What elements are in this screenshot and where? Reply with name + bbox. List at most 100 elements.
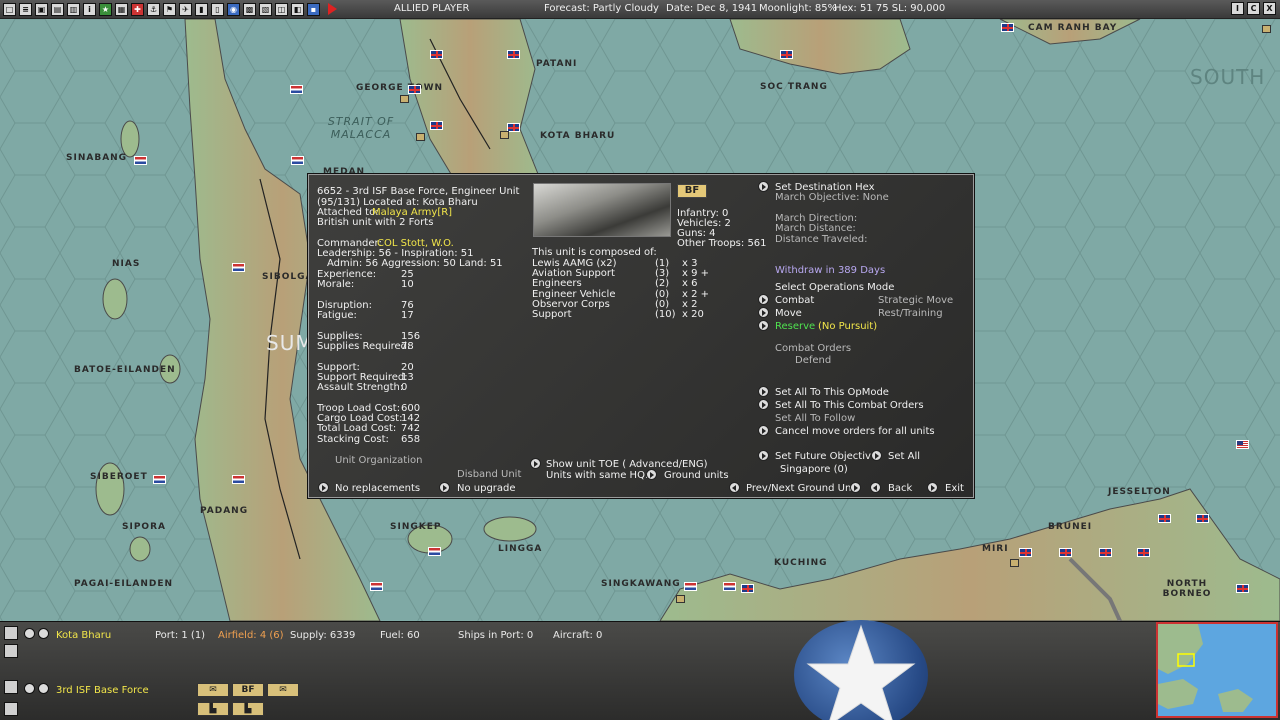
anchor-icon[interactable] [4, 626, 18, 640]
british-flag-icon[interactable] [1137, 548, 1150, 557]
dutch-flag-icon[interactable] [232, 263, 245, 272]
toolbar-button-1[interactable]: □ [3, 2, 16, 16]
fort-counter-icon[interactable]: ▙ [232, 702, 264, 716]
set-all-opmode-button[interactable]: Set All To This OpMode [775, 387, 889, 398]
toolbar-button-20[interactable]: ▪ [307, 2, 320, 16]
minimap[interactable] [1156, 622, 1278, 718]
upgrade-toggle[interactable]: No upgrade [457, 483, 516, 494]
set-all-combat-arrow-icon[interactable] [758, 399, 769, 410]
ops-strategic-move-button[interactable]: Strategic Move [878, 295, 953, 306]
dutch-flag-icon[interactable] [153, 475, 166, 484]
british-flag-icon[interactable] [1001, 23, 1014, 32]
british-flag-icon[interactable] [430, 121, 443, 130]
ops-reserve-button[interactable]: Reserve [775, 321, 815, 332]
toolbar-button-18[interactable]: ◫ [275, 2, 288, 16]
plane-icon[interactable] [4, 644, 18, 658]
config-button[interactable]: C [1247, 2, 1260, 15]
british-flag-icon[interactable] [408, 85, 421, 94]
crosshair-icon[interactable]: ✚ [131, 2, 144, 16]
toolbar-button-14[interactable]: ▯ [211, 2, 224, 16]
prev-unit-icon[interactable] [24, 683, 35, 694]
cancel-move-arrow-icon[interactable] [758, 425, 769, 436]
engineer-counter-icon[interactable]: ✉ [197, 683, 229, 697]
toolbar-button-3[interactable]: ▣ [35, 2, 48, 16]
close-game-button[interactable]: X [1263, 2, 1276, 15]
destination-arrow-icon[interactable] [758, 181, 769, 192]
prev-next-ground-unit-button[interactable]: Prev/Next Ground Unit [746, 483, 858, 494]
us-flag-icon[interactable] [1236, 440, 1249, 449]
british-flag-icon[interactable] [741, 584, 754, 593]
back-button[interactable]: Back [888, 483, 912, 494]
toolbar-button-8[interactable]: ▦ [115, 2, 128, 16]
composition-item[interactable]: Engineers [532, 278, 582, 289]
next-location-icon[interactable] [38, 628, 49, 639]
dutch-flag-icon[interactable] [134, 156, 147, 165]
british-flag-icon[interactable] [1236, 584, 1249, 593]
toolbar-button-16[interactable]: ▩ [243, 2, 256, 16]
upgrade-arrow-icon[interactable] [439, 482, 450, 493]
ops-combat-button[interactable]: Combat [775, 295, 814, 306]
info-icon[interactable] [4, 702, 18, 716]
toolbar-button-2[interactable]: ≡ [19, 2, 32, 16]
dutch-flag-icon[interactable] [232, 475, 245, 484]
composition-item[interactable]: Support [532, 309, 572, 320]
move-mode-arrow-icon[interactable] [758, 307, 769, 318]
british-flag-icon[interactable] [1099, 548, 1112, 557]
set-all-combat-orders-button[interactable]: Set All To This Combat Orders [775, 400, 924, 411]
show-toe-arrow-icon[interactable] [530, 458, 541, 469]
toolbar-button-6[interactable]: i [83, 2, 96, 16]
future-objective-arrow-icon[interactable] [758, 450, 769, 461]
toolbar-button-19[interactable]: ◧ [291, 2, 304, 16]
british-flag-icon[interactable] [1196, 514, 1209, 523]
unit-counter[interactable] [416, 133, 425, 141]
toolbar-button-4[interactable]: ▤ [51, 2, 64, 16]
flag-icon[interactable]: ⚑ [163, 2, 176, 16]
exit-button[interactable]: Exit [945, 483, 964, 494]
plane-icon[interactable]: ✈ [179, 2, 192, 16]
set-all-objective-button[interactable]: Set All [888, 451, 920, 462]
british-flag-icon[interactable] [1019, 548, 1032, 557]
unit-counter[interactable] [500, 131, 509, 139]
british-flag-icon[interactable] [1059, 548, 1072, 557]
info-button[interactable]: I [1231, 2, 1244, 15]
british-flag-icon[interactable] [430, 50, 443, 59]
ground-unit-icon[interactable] [4, 680, 18, 694]
reserve-mode-arrow-icon[interactable] [758, 320, 769, 331]
disband-unit-button[interactable]: Disband Unit [457, 469, 521, 480]
globe-icon[interactable]: ◉ [227, 2, 240, 16]
dutch-flag-icon[interactable] [723, 582, 736, 591]
toolbar-button-13[interactable]: ▮ [195, 2, 208, 16]
combat-mode-arrow-icon[interactable] [758, 294, 769, 305]
star-icon[interactable]: ★ [99, 2, 112, 16]
location-name[interactable]: Kota Bharu [56, 630, 111, 641]
ground-units-link[interactable]: Ground units [664, 470, 729, 481]
unit-counter[interactable] [676, 595, 685, 603]
british-flag-icon[interactable] [1158, 514, 1171, 523]
dutch-flag-icon[interactable] [428, 547, 441, 556]
toolbar-button-5[interactable]: ▥ [67, 2, 80, 16]
engineer-counter-icon[interactable]: ✉ [267, 683, 299, 697]
set-all-opmode-arrow-icon[interactable] [758, 386, 769, 397]
selected-unit-name[interactable]: 3rd ISF Base Force [56, 685, 149, 696]
toolbar-button-17[interactable]: ▧ [259, 2, 272, 16]
dutch-flag-icon[interactable] [290, 85, 303, 94]
base-force-counter[interactable]: BF [232, 683, 264, 697]
fort-counter-icon[interactable]: ▙ [197, 702, 229, 716]
back-arrow-icon[interactable] [870, 482, 881, 493]
prev-location-icon[interactable] [24, 628, 35, 639]
replacements-toggle[interactable]: No replacements [335, 483, 420, 494]
dutch-flag-icon[interactable] [370, 582, 383, 591]
end-turn-play-icon[interactable] [328, 3, 337, 15]
cancel-move-orders-button[interactable]: Cancel move orders for all units [775, 426, 935, 437]
unit-counter[interactable] [1010, 559, 1019, 567]
set-future-objective-button[interactable]: Set Future Objective [775, 451, 877, 462]
prev-unit-arrow-icon[interactable] [729, 482, 740, 493]
ship-icon[interactable]: ⚓ [147, 2, 160, 16]
replacements-arrow-icon[interactable] [318, 482, 329, 493]
ops-move-button[interactable]: Move [775, 308, 802, 319]
next-unit-icon[interactable] [38, 683, 49, 694]
next-unit-arrow-icon[interactable] [850, 482, 861, 493]
set-all-follow-button[interactable]: Set All To Follow [775, 413, 855, 424]
unit-counter[interactable] [1262, 25, 1271, 33]
dutch-flag-icon[interactable] [291, 156, 304, 165]
